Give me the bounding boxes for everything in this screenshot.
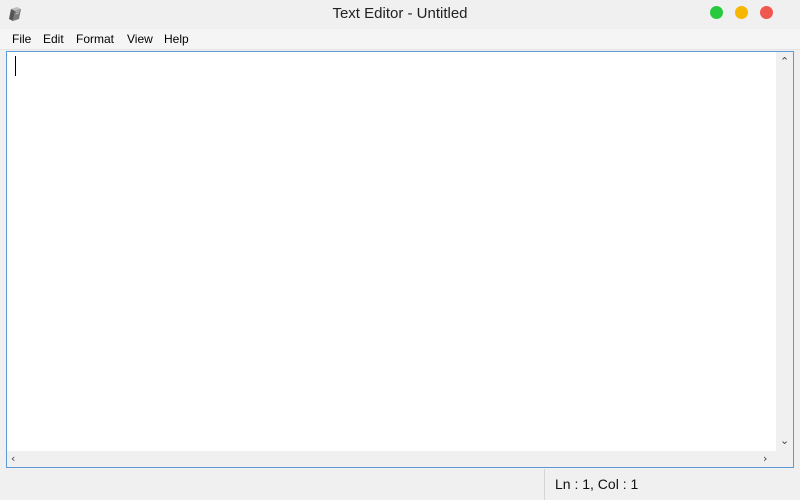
menu-view[interactable]: View [127,32,153,46]
text-editor-area[interactable] [7,52,776,451]
title-bar: Text Editor - Untitled [0,0,800,29]
menu-file[interactable]: File [12,32,31,46]
scroll-down-icon[interactable]: ⌄ [780,435,789,446]
menu-bar: File Edit Format View Help [0,29,800,50]
status-bar: Ln : 1, Col : 1 [0,469,800,500]
text-caret [15,56,16,76]
menu-help[interactable]: Help [164,32,189,46]
window-title: Text Editor - Untitled [332,5,468,22]
menu-edit[interactable]: Edit [43,32,64,46]
horizontal-scrollbar[interactable]: ‹ › [7,451,776,467]
scroll-up-icon[interactable]: ⌃ [780,56,789,67]
scroll-right-icon[interactable]: › [763,453,767,464]
minimize-button[interactable] [735,6,748,19]
vertical-scrollbar[interactable]: ⌃ ⌄ [776,52,793,451]
scrollbar-corner [776,451,793,467]
status-divider [544,469,545,500]
editor-frame: ⌃ ⌄ ‹ › [6,51,794,468]
maximize-button[interactable] [710,6,723,19]
cursor-position: Ln : 1, Col : 1 [555,476,639,492]
menu-format[interactable]: Format [76,32,114,46]
scroll-left-icon[interactable]: ‹ [11,453,15,464]
close-button[interactable] [760,6,773,19]
